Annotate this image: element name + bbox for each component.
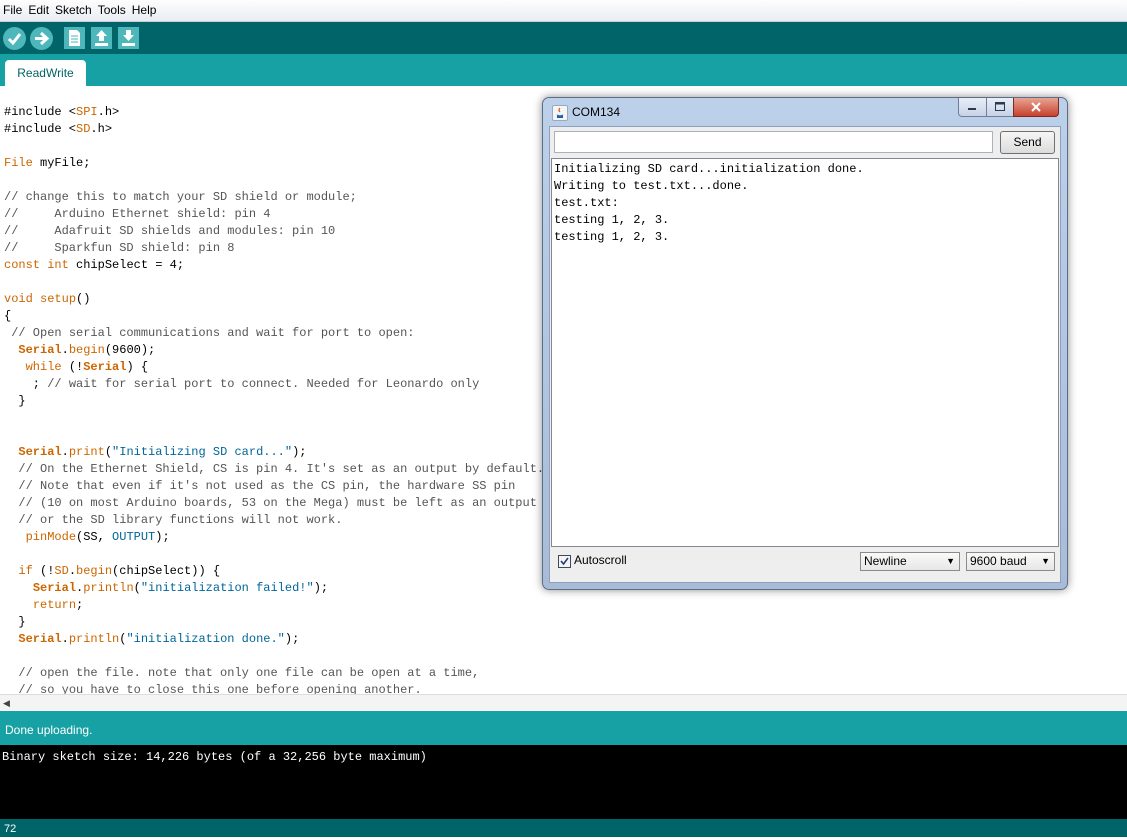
status-bar: Done uploading. [0, 711, 1127, 745]
code-line: File myFile; [4, 156, 91, 170]
code-line: // Note that even if it's not used as th… [18, 479, 516, 493]
code-line: // Open serial communications and wait f… [11, 326, 415, 340]
code-text: #include <SPI.h> #include <SD.h> File my… [4, 104, 544, 694]
menu-edit[interactable]: Edit [25, 0, 52, 21]
chevron-down-icon: ▼ [1041, 556, 1050, 566]
new-file-icon [69, 30, 80, 46]
code-line: // open the file. note that only one fil… [18, 666, 480, 680]
console-output: Binary sketch size: 14,226 bytes (of a 3… [0, 745, 1127, 819]
minimize-button[interactable] [958, 98, 987, 117]
minimize-icon [968, 108, 976, 110]
menu-bar: File Edit Sketch Tools Help [0, 0, 1127, 22]
code-line: // On the Ethernet Shield, CS is pin 4. … [18, 462, 545, 476]
toolbar [0, 22, 1127, 54]
open-button[interactable] [91, 27, 112, 49]
code-line: #include <SD.h> [4, 122, 113, 136]
serial-output-line: testing 1, 2, 3. [554, 213, 670, 227]
menu-file[interactable]: File [0, 0, 25, 21]
serial-output-line: Initializing SD card...initialization do… [554, 162, 864, 176]
upload-button[interactable] [30, 27, 53, 50]
close-button[interactable] [1013, 98, 1059, 117]
autoscroll-checkbox[interactable] [558, 555, 571, 568]
code-line: Serial.begin(9600); [18, 343, 156, 357]
close-icon [1031, 102, 1041, 112]
chevron-down-icon: ▼ [946, 556, 955, 566]
checkmark-icon [7, 33, 22, 46]
serial-output-line: test.txt: [554, 196, 619, 210]
autoscroll-label: Autoscroll [574, 553, 627, 567]
code-line: pinMode(SS, OUTPUT); [25, 530, 170, 544]
console-text: Binary sketch size: 14,226 bytes (of a 3… [2, 750, 427, 764]
serial-output-area[interactable]: Initializing SD card...initialization do… [551, 158, 1059, 547]
code-line: Serial.println("initialization done."); [18, 632, 300, 646]
menu-tools[interactable]: Tools [95, 0, 129, 21]
horizontal-scrollbar[interactable]: ◀ [0, 694, 1127, 712]
open-up-arrow-icon [95, 30, 108, 46]
verify-button[interactable] [3, 27, 26, 50]
serial-monitor-body: Send Initializing SD card...initializati… [549, 126, 1061, 583]
code-line: #include <SPI.h> [4, 105, 120, 119]
code-line: if (!SD.begin(chipSelect)) { [18, 564, 221, 578]
maximize-button[interactable] [986, 98, 1014, 117]
code-line: } [4, 394, 26, 408]
code-line: // Sparkfun SD shield: pin 8 [4, 241, 235, 255]
scroll-left-arrow-icon[interactable]: ◀ [3, 695, 10, 711]
arrow-right-icon [35, 31, 50, 46]
menu-help[interactable]: Help [129, 0, 160, 21]
code-line: // Adafruit SD shields and modules: pin … [4, 224, 336, 238]
code-line: } [4, 615, 26, 629]
code-line: // Arduino Ethernet shield: pin 4 [4, 207, 271, 221]
new-button[interactable] [64, 27, 85, 49]
code-line: ; // wait for serial port to connect. Ne… [4, 377, 480, 391]
code-line: // change this to match your SD shield o… [4, 190, 357, 204]
baud-rate-value: 9600 baud [970, 554, 1027, 568]
code-line: { [4, 309, 12, 323]
line-ending-select[interactable]: Newline ▼ [860, 552, 960, 571]
code-line: void setup() [4, 292, 91, 306]
menu-sketch[interactable]: Sketch [52, 0, 95, 21]
baud-rate-select[interactable]: 9600 baud ▼ [966, 552, 1055, 571]
serial-monitor-title: COM134 [572, 105, 621, 119]
code-line: // so you have to close this one before … [18, 683, 422, 694]
line-ending-value: Newline [864, 554, 907, 568]
status-message: Done uploading. [5, 723, 93, 737]
serial-output-line: testing 1, 2, 3. [554, 230, 670, 244]
serial-send-input[interactable] [554, 131, 993, 153]
code-line: const int chipSelect = 4; [4, 258, 185, 272]
send-button[interactable]: Send [1000, 131, 1055, 154]
serial-monitor-titlebar[interactable]: COM134 [543, 98, 1067, 125]
checkmark-icon [560, 557, 569, 566]
code-line: Serial.println("initialization failed!")… [32, 581, 329, 595]
code-line: // (10 on most Arduino boards, 53 on the… [18, 496, 537, 510]
footer-bar: 72 [0, 819, 1127, 837]
java-icon [552, 105, 568, 121]
tab-strip: ReadWrite [0, 54, 1127, 86]
tab-readwrite[interactable]: ReadWrite [5, 60, 86, 86]
code-line: // or the SD library functions will not … [18, 513, 343, 527]
save-button[interactable] [118, 27, 139, 49]
code-line: return; [32, 598, 84, 612]
maximize-icon [995, 102, 1005, 111]
save-down-arrow-icon [122, 30, 135, 46]
serial-output-line: Writing to test.txt...done. [554, 179, 749, 193]
code-line: Serial.print("Initializing SD card..."); [18, 445, 307, 459]
code-line: while (!Serial) { [25, 360, 149, 374]
serial-monitor-window: COM134 Send Initializing SD card...initi… [542, 97, 1068, 590]
serial-output-text: Initializing SD card...initialization do… [554, 161, 864, 246]
